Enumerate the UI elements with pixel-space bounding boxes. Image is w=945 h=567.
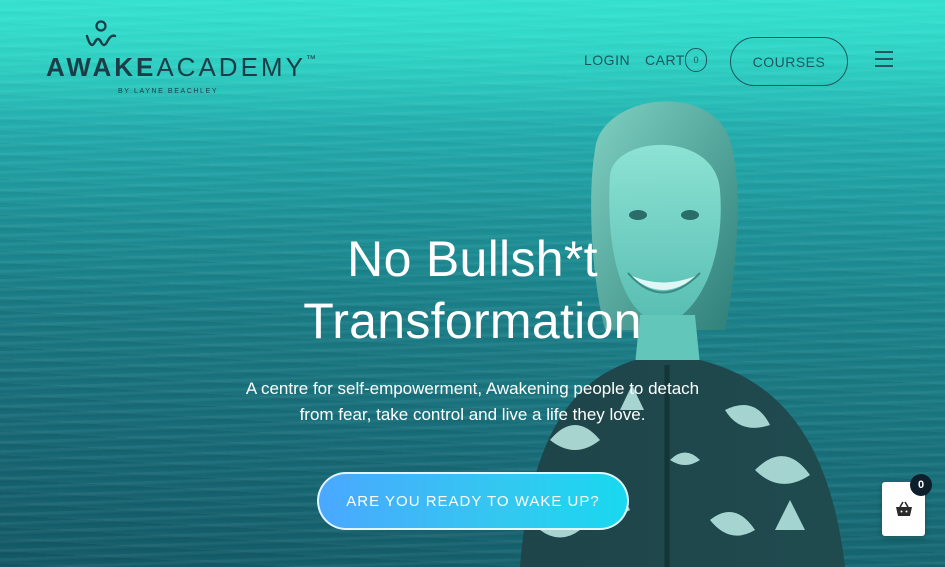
hero-subtitle-line1: A centre for self-empowerment, Awakening…: [245, 379, 700, 398]
hero-subtitle: A centre for self-empowerment, Awakening…: [0, 376, 945, 428]
courses-button[interactable]: COURSES: [730, 37, 848, 86]
logo-mark-icon: [85, 20, 117, 47]
basket-count-badge: 0: [910, 474, 932, 496]
hero-title-line1: No Bullsh*t: [347, 231, 598, 287]
basket-icon: [895, 501, 912, 516]
menu-bar: [875, 51, 893, 53]
cart-count-badge[interactable]: 0: [685, 48, 707, 72]
menu-bar: [875, 65, 893, 67]
logo-word-light: ACADEMY: [156, 52, 306, 82]
logo-wordmark: AWAKEACADEMY™: [46, 52, 316, 83]
logo-word-bold: AWAKE: [46, 52, 157, 82]
menu-bar: [875, 58, 893, 60]
login-link[interactable]: LOGIN: [584, 52, 630, 68]
hero-title-line2: Transformation: [303, 293, 642, 349]
cart-link[interactable]: CART: [645, 52, 685, 68]
hamburger-menu-icon[interactable]: [875, 51, 893, 67]
wake-up-cta-button[interactable]: ARE YOU READY TO WAKE UP?: [317, 472, 629, 530]
hero-title: No Bullsh*t Transformation: [0, 228, 945, 352]
hero-subtitle-line2: from fear, take control and live a life …: [299, 405, 646, 424]
logo-subtitle: BY LAYNE BEACHLEY: [118, 88, 219, 95]
logo-trademark: ™: [305, 54, 316, 65]
